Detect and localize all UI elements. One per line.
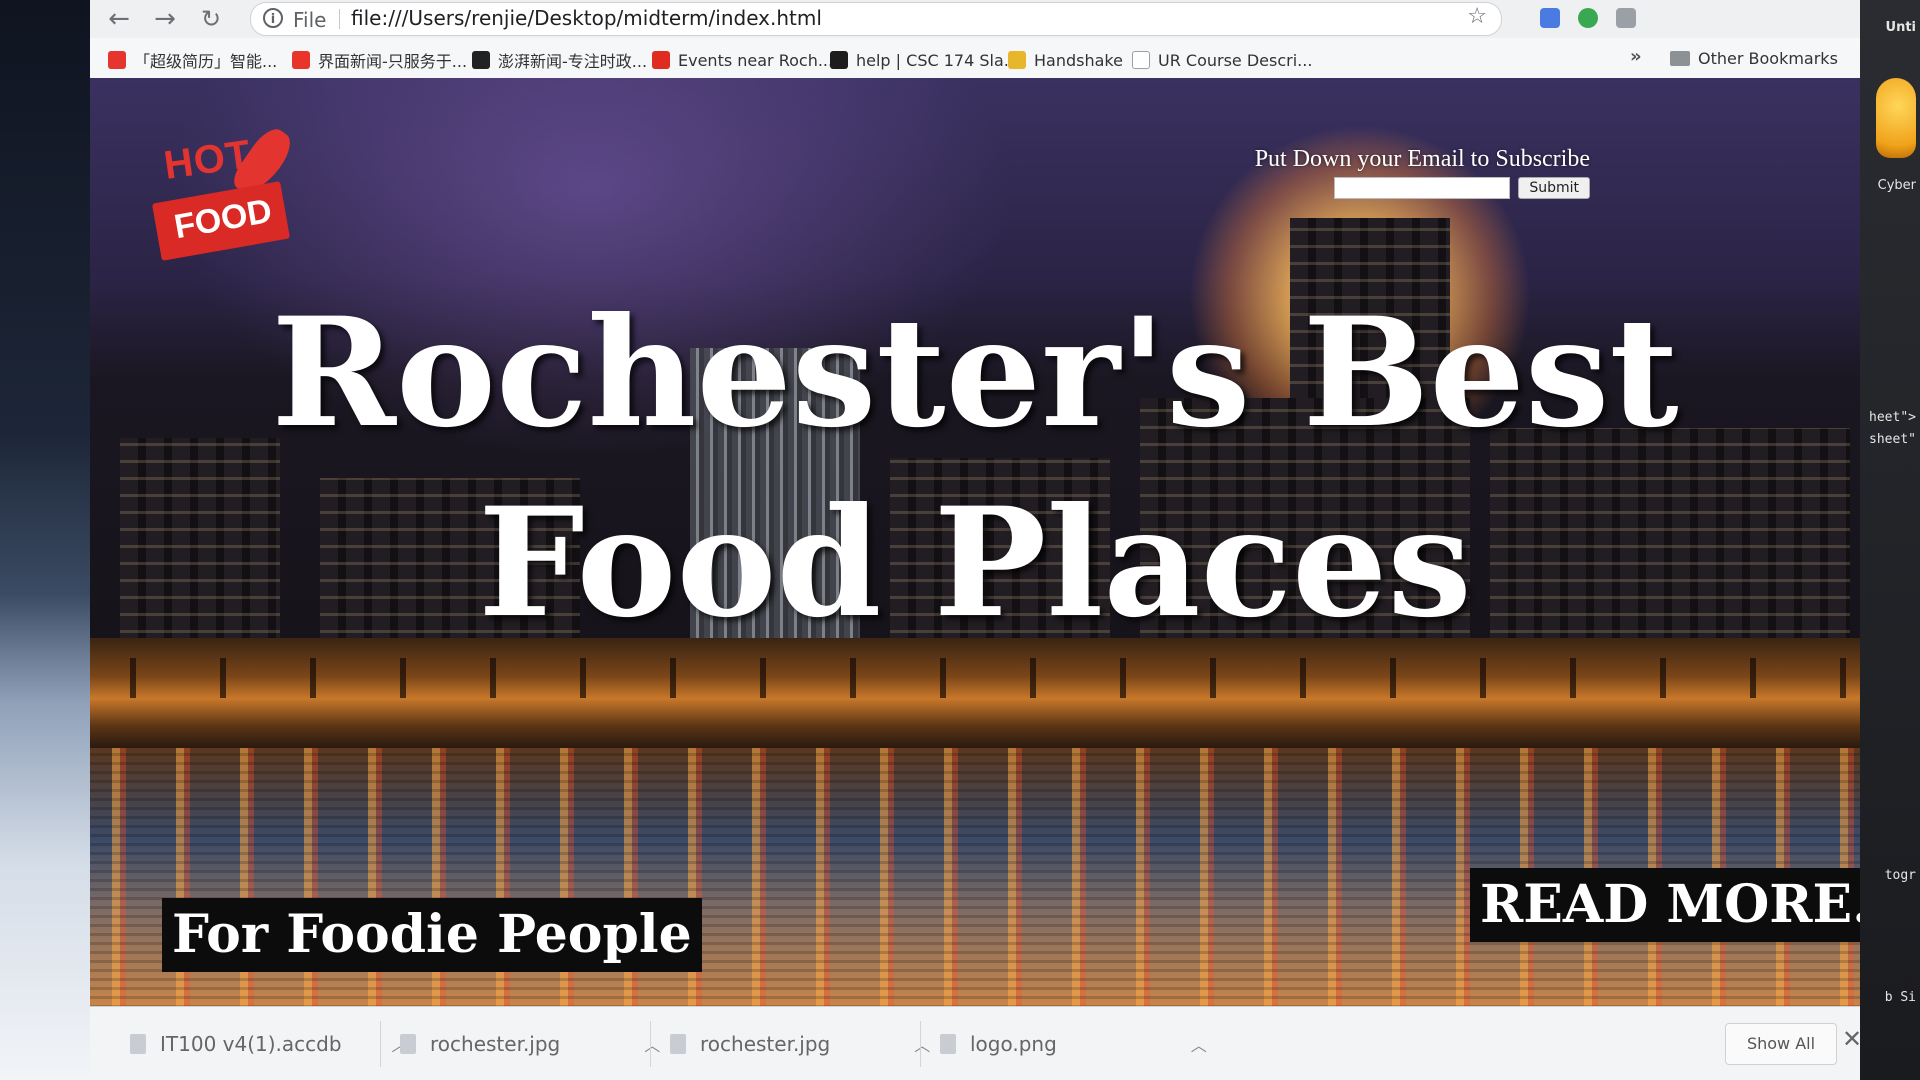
extension-icon[interactable] bbox=[1616, 8, 1636, 28]
submit-button[interactable]: Submit bbox=[1518, 177, 1590, 199]
download-item[interactable]: logo.png ︿ bbox=[940, 1029, 1207, 1059]
meetup-icon bbox=[652, 51, 670, 69]
address-url[interactable]: file:///Users/renjie/Desktop/midterm/ind… bbox=[351, 6, 822, 30]
browser-window: ← → ↻ i File file:///Users/renjie/Deskto… bbox=[90, 0, 1860, 1080]
other-bookmarks[interactable]: Other Bookmarks bbox=[1670, 49, 1838, 68]
extension-shield-icon[interactable] bbox=[1578, 8, 1598, 28]
info-icon[interactable]: i bbox=[263, 8, 283, 28]
download-filename: rochester.jpg bbox=[430, 1032, 561, 1056]
bookmark-label: Handshake bbox=[1034, 50, 1123, 70]
page-headline: Rochester's Best Food Places bbox=[271, 285, 1679, 651]
hero-section: HOT FOOD Put Down your Email to Subscrib… bbox=[90, 78, 1860, 1006]
email-input[interactable] bbox=[1334, 177, 1511, 199]
background-window-title: Unti bbox=[1885, 20, 1916, 35]
image-file-icon bbox=[670, 1034, 686, 1054]
background-code-line: sheet" bbox=[1869, 432, 1916, 447]
download-item[interactable]: rochester.jpg ︿ bbox=[400, 1029, 660, 1059]
download-filename: logo.png bbox=[970, 1032, 1057, 1056]
bookmark-item[interactable]: 「超级简历」智能... bbox=[108, 49, 277, 71]
slack-icon bbox=[830, 51, 848, 69]
bookmark-label: 界面新闻-只服务于... bbox=[318, 52, 468, 71]
download-divider bbox=[920, 1021, 921, 1067]
file-icon bbox=[130, 1034, 146, 1054]
image-file-icon bbox=[400, 1034, 416, 1054]
bookmark-item[interactable]: Handshake bbox=[1008, 49, 1123, 71]
site-logo[interactable]: HOT FOOD bbox=[146, 122, 298, 266]
download-divider bbox=[380, 1021, 381, 1067]
background-code-line: heet"> bbox=[1869, 410, 1916, 425]
bookmark-item[interactable]: 澎湃新闻-专注时政... bbox=[472, 49, 647, 71]
bookmarks-bar: 「超级简历」智能... 界面新闻-只服务于... 澎湃新闻-专注时政... Ev… bbox=[90, 38, 1860, 79]
page-icon bbox=[1132, 51, 1150, 69]
download-shelf: IT100 v4(1).accdb ︿ rochester.jpg ︿ roch… bbox=[90, 1006, 1860, 1080]
bookmark-label: UR Course Descri... bbox=[1158, 50, 1313, 70]
image-file-icon bbox=[940, 1034, 956, 1054]
subscribe-form: Put Down your Email to Subscribe Submit bbox=[1170, 146, 1590, 199]
bookmark-label: Events near Roch... bbox=[678, 50, 834, 70]
download-item[interactable]: IT100 v4(1).accdb ︿ bbox=[130, 1029, 408, 1059]
show-all-button[interactable]: Show All bbox=[1725, 1023, 1837, 1065]
reload-icon[interactable]: ↻ bbox=[198, 6, 224, 32]
background-code-line: togr bbox=[1884, 868, 1916, 883]
address-scheme-label: File bbox=[293, 8, 327, 32]
bookmark-label: help | CSC 174 Sla... bbox=[856, 50, 1020, 70]
background-code-line: b Si bbox=[1884, 990, 1916, 1005]
download-filename: rochester.jpg bbox=[700, 1032, 831, 1056]
chevron-up-icon[interactable]: ︿ bbox=[914, 1032, 930, 1056]
download-filename: IT100 v4(1).accdb bbox=[160, 1032, 342, 1056]
address-bar[interactable]: i File file:///Users/renjie/Desktop/midt… bbox=[250, 2, 1502, 36]
desktop-background-left bbox=[0, 0, 90, 1080]
tagline: For Foodie People bbox=[162, 898, 702, 972]
jiemian-icon bbox=[292, 51, 310, 69]
browser-toolbar: ← → ↻ i File file:///Users/renjie/Deskto… bbox=[90, 0, 1860, 39]
resume-icon bbox=[108, 51, 126, 69]
extension-icon[interactable] bbox=[1540, 8, 1560, 28]
read-more-button[interactable]: READ MORE... bbox=[1470, 868, 1860, 942]
forward-arrow-icon[interactable]: → bbox=[152, 6, 178, 32]
download-divider bbox=[650, 1021, 651, 1067]
background-window-peek: Unti Cyber heet"> sheet" togr b Si bbox=[1860, 0, 1920, 1080]
bookmark-label: 「超级简历」智能... bbox=[134, 52, 278, 71]
other-bookmarks-label: Other Bookmarks bbox=[1698, 49, 1838, 68]
bookmark-label: 澎湃新闻-专注时政... bbox=[498, 52, 648, 71]
bookmark-star-icon[interactable]: ☆ bbox=[1467, 4, 1487, 29]
duck-icon bbox=[1876, 78, 1916, 158]
handshake-icon bbox=[1008, 51, 1026, 69]
bookmark-item[interactable]: Events near Roch... bbox=[652, 49, 833, 71]
folder-icon bbox=[1670, 51, 1690, 66]
bookmarks-overflow-chevron-icon[interactable]: » bbox=[1630, 46, 1642, 67]
chevron-up-icon[interactable]: ︿ bbox=[1191, 1032, 1207, 1056]
chevron-up-icon[interactable]: ︿ bbox=[644, 1032, 660, 1056]
address-divider bbox=[339, 9, 340, 29]
download-item[interactable]: rochester.jpg ︿ bbox=[670, 1029, 930, 1059]
close-icon[interactable]: ✕ bbox=[1842, 1025, 1860, 1053]
bookmark-item[interactable]: help | CSC 174 Sla... bbox=[830, 49, 1019, 71]
back-arrow-icon[interactable]: ← bbox=[106, 6, 132, 32]
thepaper-icon bbox=[472, 51, 490, 69]
bookmark-item[interactable]: 界面新闻-只服务于... bbox=[292, 49, 467, 71]
subscribe-label: Put Down your Email to Subscribe bbox=[1254, 146, 1590, 172]
background-window-label: Cyber bbox=[1877, 178, 1916, 193]
bookmark-item[interactable]: UR Course Descri... bbox=[1132, 49, 1312, 71]
